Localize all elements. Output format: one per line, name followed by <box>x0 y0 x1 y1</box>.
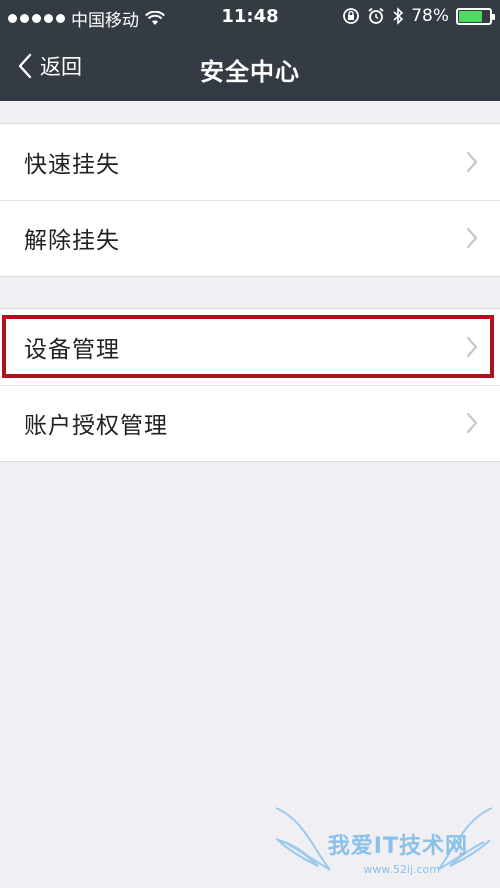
status-bar-right: 78% <box>342 6 495 26</box>
navigation-bar: 返回 安全中心 <box>0 34 500 101</box>
page-title: 安全中心 <box>200 58 300 86</box>
list-item-label: 快速挂失 <box>24 152 120 178</box>
top-bar: 中国移动 11:48 78% 返回 安全中心 <box>0 0 500 101</box>
list-item-label: 解除挂失 <box>24 228 120 254</box>
battery-percent: 78% <box>411 6 449 26</box>
chevron-right-icon <box>466 412 478 434</box>
chevron-right-icon <box>466 151 478 173</box>
alarm-icon <box>368 7 384 24</box>
settings-group-lost-report: 快速挂失 解除挂失 <box>0 123 500 277</box>
watermark-url: www.52ij.com <box>363 863 440 876</box>
status-bar: 中国移动 11:48 78% <box>0 0 500 34</box>
battery-level-fill <box>459 10 483 22</box>
battery-icon <box>456 7 495 25</box>
list-item-label: 设备管理 <box>24 337 120 363</box>
list-item-device-management[interactable]: 设备管理 <box>0 309 500 385</box>
rotation-lock-icon <box>343 8 360 24</box>
list-item-account-authorization[interactable]: 账户授权管理 <box>0 385 500 461</box>
list-item-quick-report-loss[interactable]: 快速挂失 <box>0 124 500 200</box>
chevron-right-icon <box>466 227 478 249</box>
watermark-logo: 我爱IT技术网 www.52ij.com <box>274 800 494 884</box>
watermark-text: 我爱IT技术网 <box>327 834 468 859</box>
chevron-right-icon <box>466 336 478 358</box>
settings-group-management: 设备管理 账户授权管理 <box>0 308 500 462</box>
list-item-label: 账户授权管理 <box>24 413 168 439</box>
bluetooth-icon <box>393 7 404 25</box>
list-item-cancel-report-loss[interactable]: 解除挂失 <box>0 200 500 276</box>
